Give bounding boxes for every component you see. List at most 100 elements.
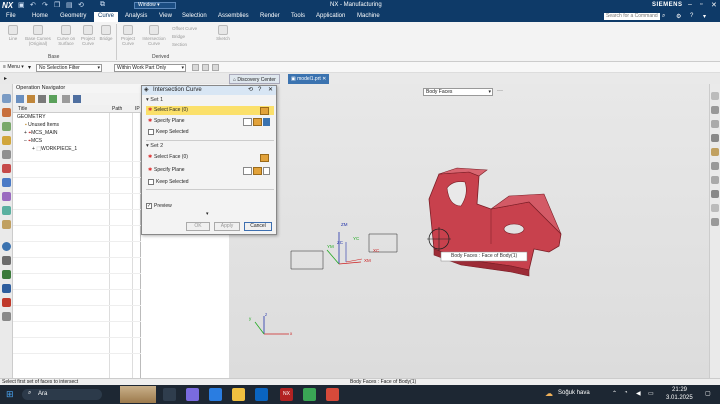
history-icon[interactable] <box>2 192 11 201</box>
menu-file[interactable]: File <box>6 13 16 19</box>
curve-on-surface-button[interactable]: Curve on Surface <box>54 25 78 46</box>
app-icon-1[interactable] <box>186 388 199 401</box>
preview-checkbox[interactable]: ✓ <box>146 203 152 209</box>
menu-curve[interactable]: Curve <box>94 12 119 22</box>
system-scenes-icon[interactable] <box>2 242 11 251</box>
edge-icon[interactable] <box>209 388 222 401</box>
tray-chevron-icon[interactable]: ⌃ <box>612 390 617 397</box>
weather-text[interactable]: Soğuk hava <box>558 390 590 396</box>
filter-toggle-icon[interactable]: ▾ <box>28 64 31 71</box>
clock-date[interactable]: 3.01.2025 <box>666 395 693 401</box>
tree-row-workpiece[interactable]: + ⬚WORKPIECE_1 <box>13 145 141 153</box>
menu-home[interactable]: Home <box>32 13 48 19</box>
k-icon[interactable] <box>2 284 11 293</box>
assembly-navigator-icon[interactable] <box>2 94 11 103</box>
machining-method-view-icon[interactable] <box>49 95 57 103</box>
nx-app-icon[interactable]: NX <box>280 388 293 401</box>
expand-all-icon[interactable] <box>73 95 81 103</box>
selection-filter-dropdown[interactable]: No Selection Filter ▾ <box>36 64 102 72</box>
menu-view[interactable]: View <box>159 13 172 19</box>
menu-button[interactable]: ≡ Menu ▾ <box>3 64 24 70</box>
model-view[interactable] <box>229 84 709 379</box>
weather-icon[interactable]: ☁ <box>545 389 553 398</box>
constraint-navigator-icon[interactable] <box>2 122 11 131</box>
minimize-icon[interactable]: – <box>688 1 692 8</box>
copy-icon[interactable]: ❐ <box>54 1 60 9</box>
col-path[interactable]: Path <box>112 106 122 112</box>
cancel-button[interactable]: Cancel <box>244 222 272 231</box>
view-zoom-icon[interactable] <box>711 106 719 114</box>
plane-dropdown-icon[interactable] <box>263 167 270 175</box>
navigator-expand-icon[interactable]: ▸ <box>4 75 7 82</box>
windows-start-icon[interactable]: ⊞ <box>6 389 14 400</box>
menu-analysis[interactable]: Analysis <box>125 13 147 19</box>
selection-scope-dropdown[interactable]: Within Work Part Only ▾ <box>114 64 186 72</box>
part-navigator-icon[interactable] <box>2 108 11 117</box>
project-curve-base-button[interactable]: Project Curve <box>80 25 96 46</box>
feature-group-icon[interactable] <box>2 270 11 279</box>
process-studio-icon[interactable] <box>2 206 11 215</box>
battery-icon[interactable]: ▭ <box>648 390 654 397</box>
face-selector-icon[interactable] <box>260 154 269 162</box>
taskbar-search[interactable]: Ara <box>22 389 102 400</box>
paste-icon[interactable]: ▤ <box>66 1 73 9</box>
redo-icon[interactable]: ↷ <box>42 1 48 9</box>
tool-library-icon[interactable] <box>2 298 11 307</box>
sketch-button[interactable]: Sketch <box>214 25 232 41</box>
plane-method-icon[interactable] <box>243 118 252 126</box>
ribbon-options-icon[interactable]: ▾ <box>703 13 706 20</box>
set2-header[interactable]: ▾ Set 2 <box>146 143 163 149</box>
plane-dropdown-icon[interactable] <box>263 118 270 126</box>
repeat-icon[interactable]: ⟲ <box>78 1 84 9</box>
section-button[interactable]: Section <box>172 42 200 47</box>
manufacturing-wizard-icon[interactable] <box>2 256 11 265</box>
plane-dialog-icon[interactable] <box>253 167 262 175</box>
face-rule-dropdown[interactable]: Body Faces ▾ <box>423 88 493 96</box>
roles-icon[interactable] <box>2 220 11 229</box>
settings-side-icon[interactable] <box>2 312 11 321</box>
wifi-icon[interactable]: ◔ <box>624 390 628 396</box>
undo-icon[interactable]: ↶ <box>30 1 36 9</box>
plane-dialog-icon[interactable] <box>253 118 262 126</box>
collapse-all-icon[interactable] <box>62 95 70 103</box>
outlook-icon[interactable] <box>255 388 268 401</box>
face-selector-icon[interactable] <box>260 107 269 115</box>
show-hide-icon[interactable] <box>711 204 719 212</box>
maximize-icon[interactable]: ▫ <box>700 1 702 8</box>
view-orient-icon[interactable] <box>711 148 719 156</box>
tree-row-mcs[interactable]: – ⌖MCS <box>13 137 141 145</box>
project-curve-button[interactable]: Project Curve <box>118 25 138 46</box>
reuse-library-icon[interactable] <box>2 136 11 145</box>
select-all-icon[interactable] <box>192 64 199 71</box>
reset-icon[interactable]: ⟲ <box>248 86 253 95</box>
keep1-checkbox[interactable] <box>148 129 154 135</box>
col-title[interactable]: Title <box>18 106 27 112</box>
bridge-derived-button[interactable]: Bridge <box>172 34 200 39</box>
notification-icon[interactable]: ▢ <box>705 390 711 397</box>
tab-model1[interactable]: ▣ model1.prt ✕ <box>288 74 330 84</box>
more-options-icon[interactable]: ··· <box>497 88 503 94</box>
settings-icon[interactable]: ⚙ <box>676 13 681 20</box>
intersection-curve-button[interactable]: Intersection Curve <box>140 25 168 46</box>
menu-selection[interactable]: Selection <box>182 13 207 19</box>
keep2-checkbox[interactable] <box>148 179 154 185</box>
machine-tool-navigator-icon[interactable] <box>2 164 11 173</box>
dialog-close-icon[interactable]: ✕ <box>268 86 273 95</box>
bridge-base-button[interactable]: Bridge <box>98 25 114 41</box>
program-order-view-icon[interactable] <box>16 95 24 103</box>
taskbar-widget-image[interactable] <box>120 386 156 403</box>
measure-icon[interactable] <box>711 218 719 226</box>
graphics-window[interactable]: ZM ZC XM XC YM YC z x y Body Faces : Fac… <box>229 84 709 379</box>
tree-row-geometry[interactable]: GEOMETRY <box>13 113 141 121</box>
more-options-chevron-icon[interactable]: ▾ <box>206 211 209 217</box>
close-icon[interactable]: ✕ <box>711 1 717 9</box>
clip-section-icon[interactable] <box>711 176 719 184</box>
layer-icon[interactable] <box>711 190 719 198</box>
volume-icon[interactable]: ◀ <box>636 390 641 397</box>
app-icon-2[interactable] <box>303 388 316 401</box>
col-ip[interactable]: IP <box>135 106 140 112</box>
set1-select-face[interactable]: ✱ Select Face (0) <box>146 106 274 115</box>
switch-window-icon[interactable]: ⧉ <box>100 1 105 9</box>
menu-tools[interactable]: Tools <box>291 13 305 19</box>
tab-discovery-center[interactable]: ⌂ Discovery Center <box>229 74 280 84</box>
